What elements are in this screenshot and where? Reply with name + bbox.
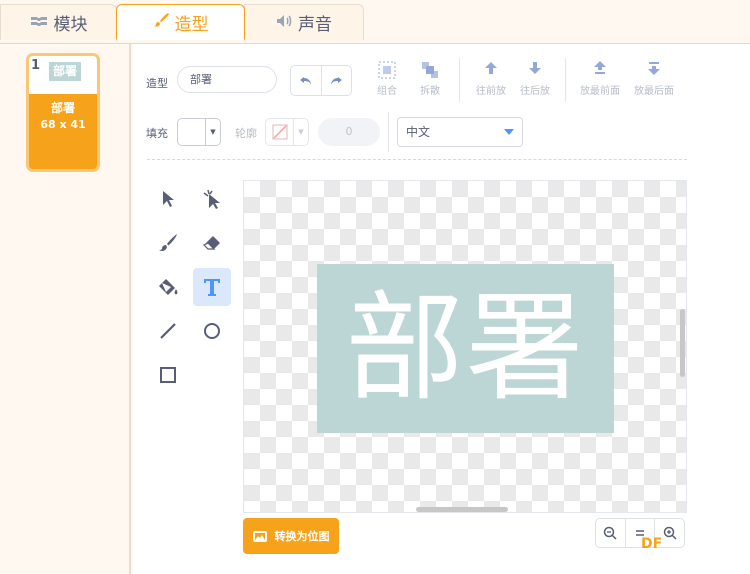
fill-label: 填充 (146, 127, 168, 140)
circle-tool[interactable] (193, 312, 231, 350)
costume-thumbnail-art: 部署 (49, 62, 81, 81)
rectangle-icon (160, 367, 176, 383)
canvas-text-art[interactable]: 部署 (317, 264, 614, 433)
paintbrush-icon (153, 12, 169, 32)
code-blocks-icon (30, 15, 48, 31)
arrow-up-icon (471, 60, 511, 82)
font-dropdown[interactable]: 中文 (397, 117, 523, 147)
zoom-controls (595, 518, 685, 548)
group-button[interactable]: 组合 (367, 60, 407, 97)
forward-label: 往前放 (476, 86, 506, 97)
editor-tabs: 模块 造型 声音 (0, 0, 750, 44)
chevron-down-icon: ▼ (298, 128, 304, 136)
no-color-swatch-icon (266, 119, 294, 145)
reshape-icon (203, 189, 220, 209)
tab-code-label: 模块 (53, 15, 88, 35)
tab-code[interactable]: 模块 (0, 4, 117, 40)
costume-name-input[interactable]: 部署 (177, 66, 277, 93)
toolbar-divider (147, 159, 687, 160)
canvas-vertical-scrollbar[interactable] (680, 309, 685, 377)
reshape-tool[interactable] (193, 180, 231, 218)
toolbar-separator (459, 58, 460, 102)
zoom-in-icon (663, 526, 677, 540)
fill-color-swatch (178, 119, 206, 145)
send-to-back-icon (629, 60, 679, 82)
costume-name: 部署 (50, 101, 75, 115)
zoom-out-icon (604, 526, 617, 540)
ungroup-button[interactable]: 拆散 (410, 60, 450, 97)
redo-button[interactable] (320, 66, 352, 95)
watermark: DF (641, 536, 663, 552)
eraser-icon (202, 236, 220, 250)
fill-color-picker[interactable]: ▼ (177, 118, 221, 146)
toolbar-separator (565, 58, 566, 102)
tab-costumes-label: 造型 (174, 14, 209, 35)
circle-icon (204, 323, 220, 339)
toolbar-separator (388, 112, 389, 152)
tab-sounds[interactable]: 声音 (244, 4, 364, 40)
line-icon (160, 323, 176, 339)
chevron-down-icon: ▼ (210, 128, 216, 136)
select-arrow-icon (163, 191, 174, 207)
undo-redo-group (290, 65, 352, 96)
convert-to-bitmap-button[interactable]: 转换为位图 (243, 518, 339, 554)
paint-bucket-icon (159, 279, 178, 295)
outline-color-picker[interactable]: ▼ (265, 118, 309, 146)
front-button[interactable]: 放最前面 (575, 60, 625, 97)
speaker-icon (276, 14, 292, 32)
costume-thumbnail: 1 部署 (29, 56, 97, 94)
forward-button[interactable]: 往前放 (471, 60, 511, 97)
bring-to-front-icon (575, 60, 625, 82)
costume-list: 1 部署 部署 68 x 41 (0, 44, 131, 574)
front-label: 放最前面 (580, 86, 620, 97)
paint-editor: 造型 部署 组合 拆散 往前放 往后放 放最前面 放最后面 填充 ▼ 轮廓 ▼ … (133, 44, 750, 574)
backward-button[interactable]: 往后放 (515, 60, 555, 97)
text-tool[interactable] (193, 268, 231, 306)
fill-tool[interactable] (149, 268, 187, 306)
outline-width-input[interactable]: 0 (318, 118, 380, 146)
costume-item[interactable]: 1 部署 部署 68 x 41 (26, 53, 100, 172)
tab-sounds-label: 声音 (298, 15, 332, 35)
tab-costumes[interactable]: 造型 (116, 4, 245, 40)
arrow-down-icon (515, 60, 555, 82)
costume-name-label: 造型 (146, 77, 168, 90)
drawing-tools (149, 180, 239, 383)
brush-icon (159, 234, 177, 251)
editor-toolbar-top: 造型 部署 组合 拆散 往前放 往后放 放最前面 放最后面 (133, 44, 750, 116)
undo-button[interactable] (291, 66, 321, 95)
costume-size: 68 x 41 (40, 118, 86, 131)
back-button[interactable]: 放最后面 (629, 60, 679, 97)
rectangle-tool[interactable] (149, 356, 187, 394)
convert-to-bitmap-label: 转换为位图 (274, 530, 330, 543)
back-label: 放最后面 (634, 86, 674, 97)
canvas-horizontal-scrollbar[interactable] (416, 507, 508, 512)
caret-down-icon (504, 129, 514, 135)
redo-icon (331, 76, 343, 85)
outline-label: 轮廓 (235, 127, 257, 140)
paint-canvas[interactable]: 部署 (243, 180, 687, 513)
backward-label: 往后放 (520, 86, 550, 97)
group-label: 组合 (377, 86, 397, 97)
font-dropdown-value: 中文 (406, 125, 431, 139)
editor-toolbar-style: 填充 ▼ 轮廓 ▼ 0 中文 (133, 112, 750, 162)
ungroup-label: 拆散 (420, 86, 440, 97)
select-tool[interactable] (149, 180, 187, 218)
zoom-out-button[interactable] (596, 519, 625, 547)
group-icon (367, 60, 407, 82)
eraser-tool[interactable] (193, 224, 231, 262)
image-icon (252, 530, 267, 542)
line-tool[interactable] (149, 312, 187, 350)
costume-number: 1 (31, 58, 41, 73)
brush-tool[interactable] (149, 224, 187, 262)
text-t-icon (204, 279, 220, 296)
undo-icon (299, 76, 311, 85)
ungroup-icon (410, 60, 450, 82)
